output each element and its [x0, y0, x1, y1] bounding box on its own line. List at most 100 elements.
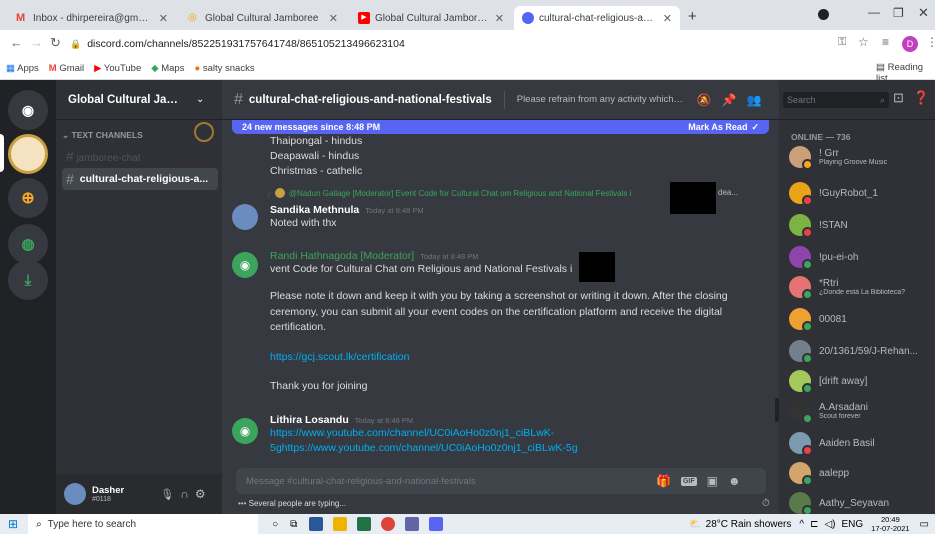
new-messages-banner[interactable]: 24 new messages since 8:48 PM Mark As Re… [232, 120, 769, 134]
member-item[interactable]: Aaiden Basil [789, 432, 931, 456]
member-list-icon[interactable]: 👥 [747, 93, 762, 107]
bookmark-salty-snacks[interactable]: ● salty snacks [194, 63, 254, 74]
avatar[interactable] [64, 483, 86, 505]
member-item[interactable]: ! Grr Playing Groove Music [789, 146, 931, 170]
new-tab-button[interactable]: + [688, 8, 697, 25]
bookmark-maps[interactable]: ◆ Maps [151, 63, 184, 74]
discord-logo-avatar[interactable]: ◉ [232, 252, 258, 278]
close-tab-icon[interactable]: ✕ [663, 12, 672, 25]
url-text: discord.com/channels/852251931757641748/… [87, 38, 405, 50]
kebab-menu-icon[interactable]: ⋮ [926, 35, 935, 49]
avatar[interactable] [232, 204, 258, 230]
windows-start-icon[interactable]: ⊞ [8, 517, 18, 531]
discord-logo-avatar[interactable]: ◉ [232, 418, 258, 444]
discord-taskbar-icon[interactable] [429, 517, 444, 531]
url-bar[interactable]: 🔒 discord.com/channels/852251931757641748… [70, 34, 790, 54]
member-item[interactable]: !pu-ei-oh [789, 246, 931, 270]
member-item[interactable]: *Rtri ¿Donde está La Biblioteca? [789, 276, 931, 300]
certification-link[interactable]: https://gcj.scout.lk/certification [270, 350, 740, 365]
reload-icon[interactable]: ↻ [50, 35, 61, 51]
window-close-icon[interactable]: ✕ [918, 5, 929, 21]
tab-youtube[interactable]: ▶ Global Cultural Jamboree - Webi ✕ [350, 6, 512, 30]
pin-icon[interactable]: 📌 [722, 93, 737, 107]
chrome-icon[interactable] [381, 517, 396, 531]
bookmark-gmail[interactable]: M Gmail [49, 63, 84, 74]
message-author[interactable]: Randi Hathnagoda [Moderator] [270, 250, 414, 262]
volume-icon[interactable]: ◁) [824, 519, 835, 530]
tray-chevron-icon[interactable]: ^ [799, 519, 804, 530]
member-item[interactable]: [drift away] [789, 370, 931, 394]
close-tab-icon[interactable]: ✕ [329, 12, 338, 25]
channel-jamboree-chat[interactable]: # jamboree-chat [66, 148, 141, 164]
excel-icon[interactable] [357, 517, 372, 531]
teams-icon[interactable] [405, 517, 420, 531]
notifications-icon[interactable]: ▭ [920, 519, 929, 530]
reply-reference[interactable]: ╭ @Nadun Gallage [Moderator] Event Code … [266, 188, 631, 198]
mark-as-read-button[interactable]: Mark As Read [688, 122, 747, 132]
star-icon[interactable]: ☆ [858, 35, 869, 49]
message-input[interactable]: Message #cultural-chat-religious-and-nat… [246, 476, 646, 487]
settings-gear-icon[interactable]: ⚙ [195, 487, 206, 501]
maximize-icon[interactable]: ❐ [893, 6, 904, 20]
file-explorer-icon[interactable] [333, 517, 348, 531]
channel-topic[interactable]: Please refrain from any activity which m… [517, 94, 685, 105]
message-author[interactable]: Lithira Losandu [270, 414, 349, 426]
server-header[interactable]: Global Cultural Jambore... ⌄ [56, 80, 222, 120]
youtube-link[interactable]: 5ghttps://www.youtube.com/channel/UC0iAo… [270, 441, 750, 456]
close-tab-icon[interactable]: ✕ [495, 12, 504, 25]
bookmark-youtube[interactable]: ▶ YouTube [94, 63, 141, 74]
sticker-icon[interactable]: ▣ [707, 474, 718, 488]
language-indicator[interactable]: ENG [842, 519, 864, 530]
profile-avatar[interactable]: D [902, 36, 918, 52]
back-icon[interactable]: ← [10, 35, 23, 50]
channel-cultural-chat[interactable]: # cultural-chat-religious-a... [62, 168, 218, 190]
notification-bell-muted-icon[interactable]: 🔕 [697, 93, 712, 107]
browser-menu-dot-icon[interactable] [818, 9, 829, 20]
mute-mic-icon[interactable]: 🎙 [160, 488, 174, 501]
member-item[interactable]: Aathy_Seyavan [789, 492, 931, 516]
scout-server-icon[interactable]: ⊕ [8, 178, 48, 218]
close-tab-icon[interactable]: ✕ [159, 12, 168, 25]
avatar [789, 370, 813, 394]
member-item[interactable]: A.Arsadani Scout forever [789, 400, 931, 424]
download-icon[interactable]: ⤓ [8, 260, 48, 300]
discord-home-icon[interactable]: ◉ [8, 90, 48, 130]
member-text: 00081 [819, 314, 847, 325]
weather-text[interactable]: 28°C Rain showers [706, 519, 792, 530]
member-item[interactable]: !STAN [789, 214, 931, 238]
tab-gmail[interactable]: M Inbox - dhirpereira@gmail.com - ✕ [8, 6, 176, 30]
word-icon[interactable] [309, 517, 324, 531]
taskbar-search[interactable]: ⌕ Type here to search [28, 514, 259, 534]
inbox-icon[interactable]: ⊡ [893, 90, 904, 106]
tab-jamboree[interactable]: ◎ Global Cultural Jamboree ✕ [180, 6, 346, 30]
message-author[interactable]: Sandika Methnula [270, 204, 359, 216]
tab-discord[interactable]: cultural-chat-religious-and-natio ✕ [514, 6, 680, 30]
gif-icon[interactable]: GIF [680, 476, 697, 486]
member-item[interactable]: !GuyRobot_1 [789, 182, 931, 206]
emoji-icon[interactable]: ☻ [728, 474, 741, 488]
forward-icon[interactable]: → [30, 35, 43, 50]
network-icon[interactable]: ⊏ [810, 519, 818, 530]
reading-mode-icon[interactable]: ≡ [882, 35, 889, 49]
explore-compass-icon[interactable]: ◍ [8, 224, 48, 264]
youtube-link[interactable]: https://www.youtube.com/channel/UC0iAoHo… [270, 426, 750, 441]
minimize-icon[interactable]: — [868, 5, 880, 19]
bookmark-apps[interactable]: ▦ Apps [6, 63, 39, 74]
jamboree-server-icon[interactable] [8, 134, 48, 174]
member-item[interactable]: aalepp [789, 462, 931, 486]
tab-title: Inbox - dhirpereira@gmail.com - [33, 12, 153, 24]
cortana-icon[interactable]: ○ [272, 519, 278, 530]
member-item[interactable]: 20/1361/59/J-Rehan... [789, 340, 931, 364]
member-item[interactable]: 00081 [789, 308, 931, 332]
gift-icon[interactable]: 🎁 [656, 474, 671, 488]
task-view-icon[interactable]: ⧉ [290, 519, 297, 530]
bookmark-label: Maps [161, 63, 185, 74]
member-name: aalepp [819, 467, 850, 479]
headphones-icon[interactable]: ∩ [180, 487, 189, 501]
search-input[interactable]: Search ⌕ [783, 92, 889, 108]
category-header[interactable]: ⌄ TEXT CHANNELS [62, 130, 143, 141]
help-icon[interactable]: ❓ [913, 90, 929, 106]
clock[interactable]: 20:49 17-07-2021 [871, 515, 909, 533]
key-icon[interactable]: ⚿ [838, 36, 846, 49]
member-name: A.Arsadani [819, 402, 868, 413]
